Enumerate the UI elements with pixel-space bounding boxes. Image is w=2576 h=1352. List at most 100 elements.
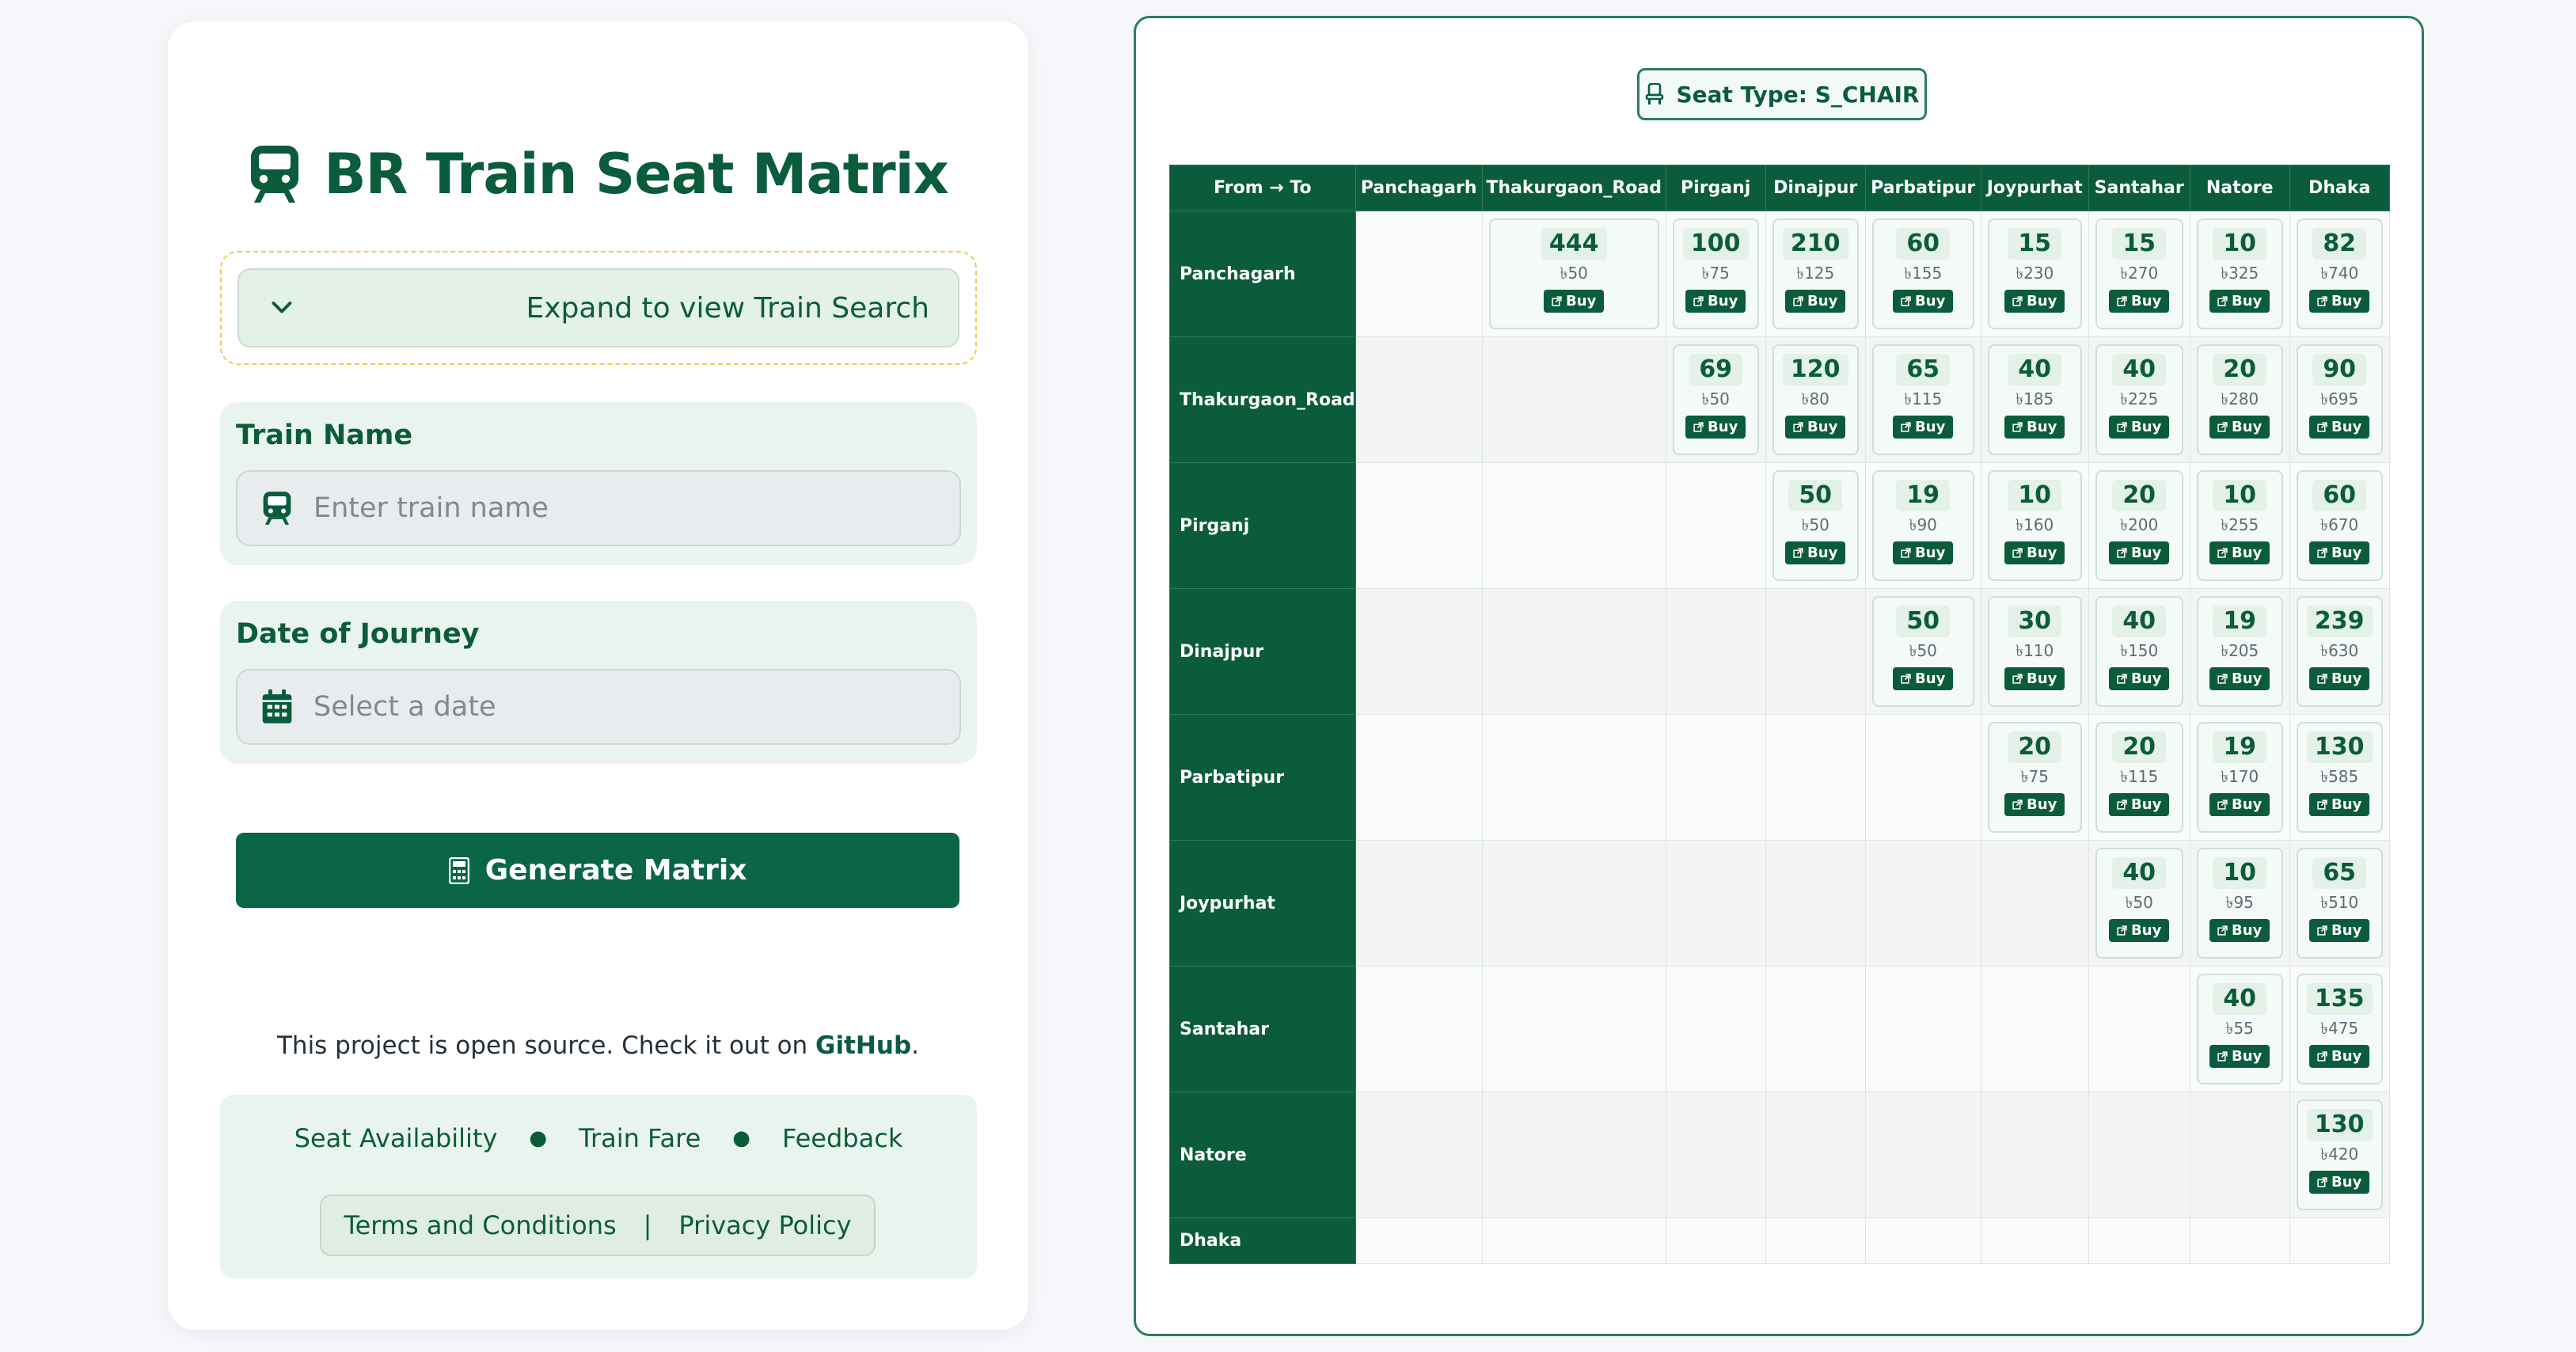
buy-button[interactable]: Buy (2209, 919, 2270, 942)
currency-symbol: ৳ (2221, 641, 2229, 660)
matrix-cell: 40 ৳150 Buy (2088, 588, 2190, 715)
fare-amount: ৳205 (2221, 640, 2259, 661)
seat-fare-card: 20 ৳115 Buy (2095, 722, 2183, 833)
empty-cell (2088, 966, 2190, 1092)
matrix-row: Thakurgaon_Road 69 ৳50 Buy 120 ৳80 Buy 65 ৳115 Bu… (1169, 336, 2390, 463)
seat-type-label: Seat Type: S_CHAIR (1676, 81, 1920, 108)
buy-button[interactable]: Buy (2004, 416, 2065, 439)
terms-link[interactable]: Terms and Conditions (344, 1210, 616, 1240)
currency-symbol: ৳ (2221, 264, 2229, 283)
buy-button[interactable]: Buy (1544, 290, 1605, 313)
buy-button[interactable]: Buy (2004, 290, 2065, 313)
seat-count: 19 (2213, 606, 2267, 637)
privacy-link[interactable]: Privacy Policy (678, 1210, 851, 1240)
fare-value: 475 (2328, 1019, 2359, 1038)
seat-count: 40 (2008, 354, 2062, 385)
seat-count: 30 (2008, 606, 2062, 637)
column-header: Santahar (2088, 165, 2190, 211)
empty-cell (1765, 840, 1866, 967)
buy-button[interactable]: Buy (2109, 667, 2170, 690)
seat-fare-card: 20 ৳200 Buy (2095, 470, 2183, 581)
buy-button[interactable]: Buy (2209, 1045, 2270, 1068)
external-link-icon (1901, 296, 1911, 306)
empty-cell (1864, 714, 1981, 841)
column-header: Thakurgaon_Road (1481, 165, 1666, 211)
buy-button[interactable]: Buy (2309, 919, 2370, 942)
buy-button[interactable]: Buy (2309, 1171, 2370, 1194)
buy-button[interactable]: Buy (1785, 416, 1846, 439)
buy-button[interactable]: Buy (2209, 793, 2270, 816)
matrix-cell: 60 ৳155 Buy (1864, 211, 1981, 337)
buy-button[interactable]: Buy (2109, 290, 2170, 313)
seat-fare-card: 15 ৳230 Buy (1987, 218, 2082, 329)
buy-label: Buy (1915, 419, 1946, 435)
row-header: Thakurgaon_Road (1169, 336, 1356, 463)
buy-label: Buy (2027, 419, 2057, 435)
fare-value: 420 (2328, 1145, 2359, 1164)
buy-button[interactable]: Buy (2309, 290, 2370, 313)
buy-button[interactable]: Buy (2109, 416, 2170, 439)
expand-train-search-button[interactable]: Expand to view Train Search (237, 268, 959, 347)
feedback-link[interactable]: Feedback (782, 1123, 902, 1153)
buy-button[interactable]: Buy (1893, 541, 1954, 564)
buy-button[interactable]: Buy (2004, 793, 2065, 816)
buy-button[interactable]: Buy (2209, 290, 2270, 313)
matrix-cell: 65 ৳510 Buy (2289, 840, 2390, 967)
footer: Seat Availability ● Train Fare ● Feedbac… (220, 1095, 977, 1278)
empty-cell (1665, 462, 1766, 589)
currency-symbol: ৳ (2320, 893, 2329, 912)
buy-button[interactable]: Buy (1685, 290, 1746, 313)
buy-button[interactable]: Buy (2309, 1045, 2370, 1068)
seat-count: 19 (2213, 731, 2267, 763)
empty-cell (1354, 1217, 1483, 1264)
fare-value: 170 (2228, 767, 2259, 786)
buy-button[interactable]: Buy (2309, 541, 2370, 564)
buy-label: Buy (2027, 293, 2057, 310)
matrix-cell: 50 ৳50 Buy (1864, 588, 1981, 715)
seat-matrix-table: From → To Panchagarh Thakurgaon_Road Pirgan… (1169, 165, 2390, 1264)
date-input[interactable]: Select a date (236, 669, 961, 745)
seat-icon (1645, 83, 1663, 104)
buy-button[interactable]: Buy (2309, 793, 2370, 816)
row-header: Parbatipur (1169, 714, 1356, 841)
buy-button[interactable]: Buy (1893, 667, 1954, 690)
fare-value: 225 (2128, 389, 2159, 408)
buy-button[interactable]: Buy (2309, 667, 2370, 690)
buy-button[interactable]: Buy (2109, 541, 2170, 564)
generate-matrix-button[interactable]: Generate Matrix (236, 833, 959, 908)
empty-cell (1481, 462, 1666, 589)
buy-button[interactable]: Buy (1893, 416, 1954, 439)
buy-button[interactable]: Buy (1785, 290, 1846, 313)
train-icon (251, 146, 299, 203)
seat-fare-card: 210 ৳125 Buy (1772, 218, 1859, 329)
currency-symbol: ৳ (2320, 1019, 2329, 1038)
empty-cell (1354, 714, 1483, 841)
seat-count: 20 (2112, 480, 2167, 511)
currency-symbol: ৳ (2221, 389, 2229, 408)
buy-button[interactable]: Buy (2209, 416, 2270, 439)
fare-value: 325 (2228, 264, 2259, 283)
buy-button[interactable]: Buy (2209, 667, 2270, 690)
fare-amount: ৳150 (2120, 640, 2158, 661)
fare-value: 50 (1917, 641, 1937, 660)
buy-button[interactable]: Buy (2209, 541, 2270, 564)
buy-button[interactable]: Buy (1685, 416, 1746, 439)
buy-button[interactable]: Buy (2004, 667, 2065, 690)
buy-label: Buy (2131, 545, 2162, 561)
matrix-cell: 239 ৳630 Buy (2289, 588, 2390, 715)
matrix-cell: 20 ৳115 Buy (2088, 714, 2190, 841)
train-name-input[interactable]: Enter train name (236, 470, 961, 546)
train-fare-link[interactable]: Train Fare (579, 1123, 701, 1153)
fare-value: 75 (2028, 767, 2049, 786)
fare-amount: ৳670 (2320, 515, 2358, 535)
buy-button[interactable]: Buy (1893, 290, 1954, 313)
buy-button[interactable]: Buy (2109, 793, 2170, 816)
buy-button[interactable]: Buy (2004, 541, 2065, 564)
github-link[interactable]: GitHub (815, 1031, 911, 1060)
seat-count: 239 (2306, 606, 2373, 637)
train-name-label: Train Name (236, 420, 413, 451)
buy-button[interactable]: Buy (2309, 416, 2370, 439)
buy-button[interactable]: Buy (2109, 919, 2170, 942)
seat-availability-link[interactable]: Seat Availability (294, 1123, 498, 1153)
buy-button[interactable]: Buy (1785, 541, 1846, 564)
